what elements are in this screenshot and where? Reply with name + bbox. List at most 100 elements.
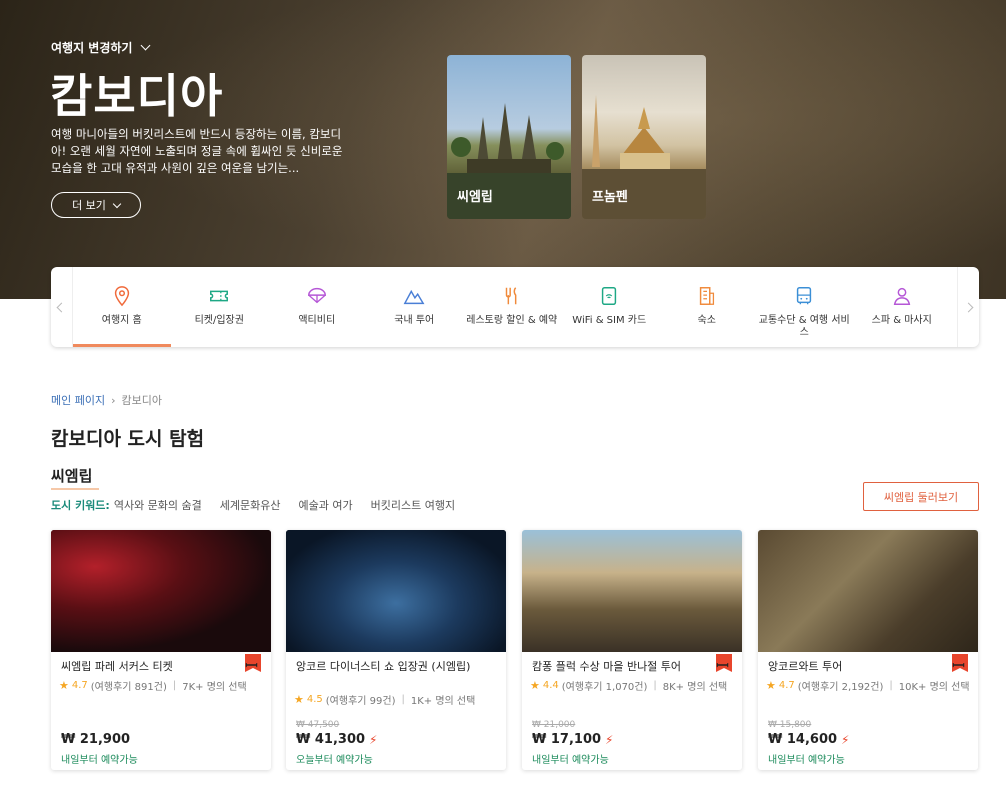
product-name: 캄퐁 플럭 수상 마을 반나절 투어 (532, 660, 682, 673)
product-name: 씨엠립 파레 서커스 티켓 (61, 660, 173, 673)
category-label: 티켓/입장권 (194, 315, 244, 326)
bookmark-badge-icon (716, 654, 732, 672)
meta-divider: | (401, 694, 405, 705)
breadcrumb-current: 캄보디아 (121, 394, 162, 407)
product-image (286, 530, 506, 652)
category-next-button[interactable] (957, 267, 979, 347)
mountain-icon (403, 289, 425, 305)
keyword-item: 세계문화유산 (219, 499, 281, 512)
price-value: ₩ 17,100 (532, 732, 602, 747)
product-original-price: ₩ 21,000 (532, 720, 576, 730)
star-icon: ★ (530, 679, 540, 692)
product-card[interactable]: 앙코르와트 투어 ★ 4.7 (여행후기 2,192건) | 10K+ 명의 선… (758, 530, 978, 770)
product-reviews: (여행후기 891건) (90, 682, 167, 693)
star-icon: ★ (766, 679, 776, 692)
chevron-down-icon (112, 199, 122, 208)
category-bar: 여행지 홈 티켓/입장권 액티비티 국내 투어 레스토랑 할인 & 예약 WiF… (51, 267, 979, 347)
product-booked: 8K+ 명의 선택 (662, 682, 728, 693)
product-meta: ★ 4.4 (여행후기 1,070건) | 8K+ 명의 선택 (530, 678, 727, 693)
sim-icon (602, 287, 617, 305)
product-rating: 4.7 (71, 680, 88, 691)
spa-icon (893, 287, 910, 305)
city-card-label: 프놈펜 (592, 190, 628, 205)
category-label: 국내 투어 (394, 315, 435, 326)
category-local-tours[interactable]: 국내 투어 (366, 267, 464, 347)
chevron-left-icon (56, 302, 67, 312)
category-activities[interactable]: 액티비티 (268, 267, 366, 347)
category-tickets[interactable]: 티켓/입장권 (171, 267, 269, 347)
category-label: WiFi & SIM 카드 (572, 315, 647, 326)
price-value: ₩ 21,900 (61, 732, 131, 747)
map-pin-icon (114, 286, 129, 307)
product-availability: 내일부터 예약가능 (532, 755, 609, 766)
meta-divider: | (889, 680, 893, 691)
product-price: ₩ 17,100 ⚡ (532, 732, 613, 747)
product-image (758, 530, 978, 652)
product-meta: ★ 4.7 (여행후기 891건) | 7K+ 명의 선택 (59, 678, 247, 693)
breadcrumb-home-link[interactable]: 메인 페이지 (51, 392, 105, 408)
star-icon: ★ (294, 693, 304, 706)
category-label: 교통수단 & 여행 서비스 (758, 315, 850, 338)
category-transport[interactable]: 교통수단 & 여행 서비스 (756, 267, 854, 347)
price-value: ₩ 14,600 (768, 732, 838, 747)
product-rating: 4.5 (306, 694, 323, 705)
product-reviews: (여행후기 1,070건) (561, 682, 648, 693)
more-button[interactable]: 더 보기 (51, 192, 141, 218)
explore-city-button[interactable]: 씨엠립 둘러보기 (863, 482, 979, 511)
keyword-item: 버킷리스트 여행지 (370, 499, 456, 512)
meta-divider: | (172, 680, 177, 691)
meta-divider: | (653, 680, 657, 691)
hero-banner: 여행지 변경하기 캄보디아 여행 마니아들의 버킷리스트에 반드시 등장하는 이… (0, 0, 1006, 299)
city-card-label: 씨엠립 (457, 190, 493, 205)
product-card[interactable]: 캄퐁 플럭 수상 마을 반나절 투어 ★ 4.4 (여행후기 1,070건) |… (522, 530, 742, 770)
product-meta: ★ 4.7 (여행후기 2,192건) | 10K+ 명의 선택 (766, 678, 970, 693)
city-card-phnom-penh[interactable]: 프놈펜 (582, 55, 706, 219)
product-meta: ★ 4.5 (여행후기 99건) | 1K+ 명의 선택 (294, 692, 475, 707)
chevron-right-icon (963, 302, 974, 312)
more-label: 더 보기 (72, 199, 106, 212)
keyword-label: 도시 키워드: (51, 499, 110, 512)
category-wifi-sim[interactable]: WiFi & SIM 카드 (561, 267, 659, 347)
product-availability: 오늘부터 예약가능 (296, 755, 373, 766)
change-destination-label: 여행지 변경하기 (51, 41, 133, 55)
product-card[interactable]: 씨엠립 파레 서커스 티켓 ★ 4.7 (여행후기 891건) | 7K+ 명의… (51, 530, 271, 770)
bookmark-badge-icon (245, 654, 261, 672)
price-value: ₩ 41,300 (296, 732, 366, 747)
breadcrumb: 메인 페이지 › 캄보디아 (51, 392, 162, 408)
product-price: ₩ 14,600 ⚡ (768, 732, 849, 747)
keyword-item: 예술과 여가 (298, 499, 353, 512)
city-card-siem-reap[interactable]: 씨엠립 (447, 55, 571, 219)
parachute-icon (307, 287, 326, 304)
category-label: 숙소 (697, 315, 716, 326)
bus-icon (797, 287, 812, 305)
category-destination-home[interactable]: 여행지 홈 (73, 267, 171, 347)
chevron-down-icon (141, 40, 151, 51)
instant-confirm-icon: ⚡ (841, 732, 850, 747)
ticket-icon (210, 290, 229, 302)
utensils-icon (505, 287, 517, 305)
section-title: 씨엠립 (51, 467, 100, 490)
category-hotels[interactable]: 숙소 (658, 267, 756, 347)
category-label: 여행지 홈 (101, 315, 142, 326)
category-label: 스파 & 마사지 (871, 315, 932, 326)
product-reviews: (여행후기 99건) (325, 696, 396, 707)
product-name: 앙코르 다이너스티 쇼 입장권 (시엠립) (296, 660, 471, 673)
category-prev-button[interactable] (51, 267, 73, 347)
change-destination-button[interactable]: 여행지 변경하기 (51, 39, 151, 56)
destination-description: 여행 마니아들의 버킷리스트에 반드시 등장하는 이름, 캄보디아! 오랜 세월… (51, 127, 343, 175)
product-image (522, 530, 742, 652)
instant-confirm-icon: ⚡ (605, 732, 614, 747)
category-restaurants[interactable]: 레스토랑 할인 & 예약 (463, 267, 561, 347)
product-reviews: (여행후기 2,192건) (797, 682, 884, 693)
product-original-price: ₩ 15,800 (768, 720, 812, 730)
destination-title: 캄보디아 (50, 69, 224, 123)
category-spa[interactable]: 스파 & 마사지 (853, 267, 951, 347)
page-title: 캄보디아 도시 탐험 (51, 428, 205, 450)
product-card[interactable]: 앙코르 다이너스티 쇼 입장권 (시엠립) ★ 4.5 (여행후기 99건) |… (286, 530, 506, 770)
keyword-item: 역사와 문화의 숨결 (113, 499, 202, 512)
product-availability: 내일부터 예약가능 (768, 755, 845, 766)
product-rating: 4.7 (778, 680, 795, 691)
chevron-right-icon: › (111, 393, 116, 407)
product-price: ₩ 41,300 ⚡ (296, 732, 377, 747)
instant-confirm-icon: ⚡ (369, 732, 378, 747)
